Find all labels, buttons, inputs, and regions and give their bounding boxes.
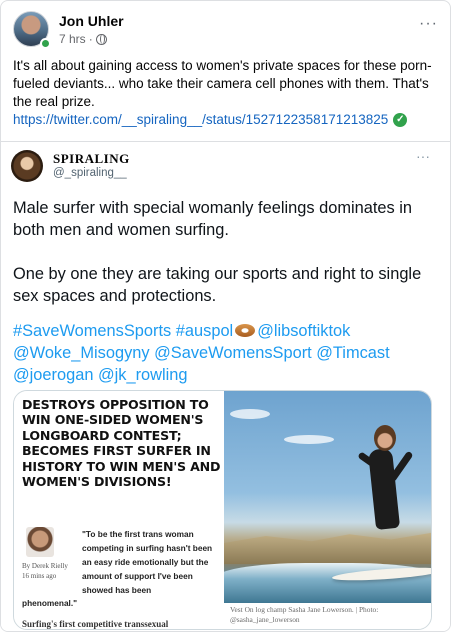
- cloud: [284, 435, 334, 444]
- tweet-author-name[interactable]: SPIRALING: [53, 151, 130, 167]
- post-text: It's all about gaining access to women's…: [13, 58, 432, 109]
- tweet-paragraph-2: One by one they are taking our sports an…: [13, 265, 422, 305]
- surfer-body: [367, 447, 401, 531]
- article-next-headline: Surfing's first competitive transsexual: [22, 619, 169, 629]
- post-link-row: https://twitter.com/__spiraling__/status…: [13, 111, 438, 129]
- coastline: [224, 532, 431, 564]
- mention-jk-rowling[interactable]: @jk_rowling: [98, 366, 188, 384]
- byline-time: 16 mins ago: [22, 572, 57, 580]
- globe-icon[interactable]: [95, 33, 107, 45]
- mention-timcast[interactable]: @Timcast: [316, 344, 389, 362]
- photo-caption: Vest On log champ Sasha Jane Lowerson. |…: [224, 603, 431, 629]
- article-screenshot: DESTROYS OPPOSITION TO WIN ONE-SIDED WOM…: [14, 391, 224, 629]
- mention-woke-misogyny[interactable]: @Woke_Misogyny: [13, 344, 150, 362]
- online-status-icon: [40, 38, 51, 49]
- author-name[interactable]: Jon Uhler: [59, 13, 124, 29]
- tweet-more-icon[interactable]: ···: [416, 148, 430, 164]
- article-quote-end: phenomenal.": [22, 598, 78, 608]
- verified-check-icon: ✓: [393, 113, 408, 127]
- facebook-post: Jon Uhler 7 hrs · ··· It's all about gai…: [0, 0, 451, 632]
- meta-separator: ·: [88, 32, 93, 46]
- post-header: Jon Uhler 7 hrs · ···: [13, 11, 440, 51]
- hashtag-savewomenssports[interactable]: #SaveWomensSports: [13, 322, 171, 340]
- mention-joerogan[interactable]: @joerogan: [13, 366, 93, 384]
- cloud: [230, 409, 270, 419]
- tweet-author-avatar[interactable]: [11, 150, 43, 182]
- byline-author: By Derek Rielly: [22, 562, 68, 570]
- mention-savewomenssport[interactable]: @SaveWomensSport: [154, 344, 312, 362]
- article-byline: By Derek Rielly 16 mins ago: [22, 561, 72, 581]
- tweet-link[interactable]: https://twitter.com/__spiraling__/status…: [13, 111, 388, 129]
- surfer-head: [374, 425, 396, 451]
- tweet-media-image[interactable]: DESTROYS OPPOSITION TO WIN ONE-SIDED WOM…: [13, 390, 432, 630]
- bagel-emoji-icon: [235, 324, 256, 337]
- embedded-tweet[interactable]: SPIRALING @_spiraling__ ··· Male surfer …: [1, 141, 450, 631]
- article-headline: DESTROYS OPPOSITION TO WIN ONE-SIDED WOM…: [22, 397, 221, 490]
- article-quote: "To be the first trans woman competing i…: [82, 529, 213, 595]
- post-meta: 7 hrs ·: [59, 32, 107, 46]
- tweet-body: Male surfer with special womanly feeling…: [13, 197, 438, 329]
- surfer-photo: [224, 391, 431, 603]
- tweet-paragraph-1: Male surfer with special womanly feeling…: [13, 199, 413, 239]
- byline-photo: [26, 527, 54, 557]
- post-more-icon[interactable]: ···: [419, 15, 438, 33]
- tweet-hashtags: #SaveWomensSports #auspol @libsoftiktok @…: [13, 320, 438, 386]
- post-time[interactable]: 7 hrs: [59, 32, 86, 46]
- tweet-author-handle[interactable]: @_spiraling__: [53, 167, 127, 179]
- mention-libsoftiktok[interactable]: @libsoftiktok: [257, 322, 350, 340]
- hashtag-auspol[interactable]: #auspol: [176, 322, 233, 340]
